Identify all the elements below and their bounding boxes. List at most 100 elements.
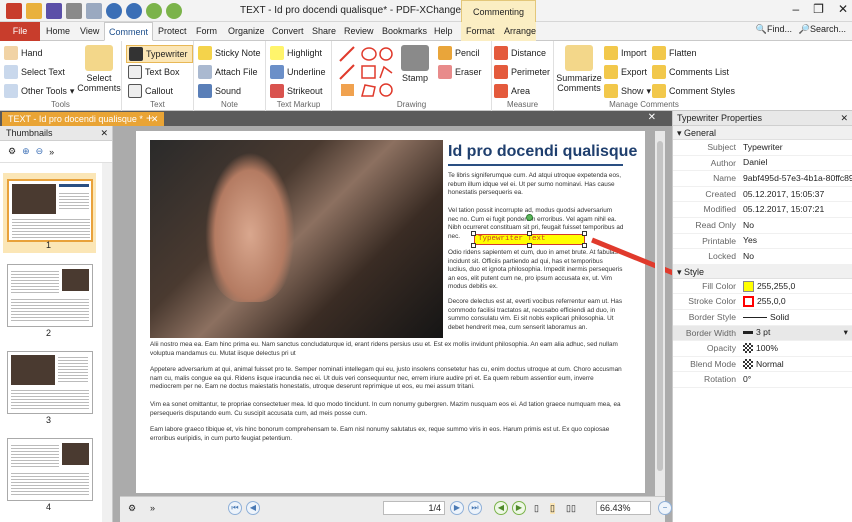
thumbnail-page-4[interactable]	[7, 438, 93, 501]
callout-tool[interactable]: Callout	[128, 84, 173, 98]
import-button[interactable]: Import	[604, 46, 647, 60]
find-button[interactable]: 🔍Find...	[756, 24, 792, 35]
close-document-icon[interactable]: ✕	[648, 112, 656, 123]
attach-file-tool[interactable]: Attach File	[198, 65, 258, 79]
prop-read-only[interactable]: Read Only No	[673, 218, 852, 234]
tab-review[interactable]: Review	[340, 22, 378, 41]
close-panel-icon[interactable]: ✕	[100, 126, 108, 141]
resize-handle[interactable]	[471, 231, 476, 236]
perimeter-tool[interactable]: Perimeter	[494, 65, 550, 79]
resize-handle[interactable]	[527, 231, 532, 236]
export-button[interactable]: Export	[604, 65, 647, 79]
next-page-icon[interactable]: ▶	[450, 501, 464, 515]
tab-form[interactable]: Form	[192, 22, 221, 41]
show-menu[interactable]: Show ▾	[604, 84, 651, 98]
restore-icon[interactable]: ❐	[813, 2, 824, 16]
minimize-icon[interactable]: –	[792, 2, 799, 16]
eraser-tool[interactable]: Eraser	[438, 65, 482, 79]
prop-border-style[interactable]: Border Style Solid	[673, 310, 852, 326]
thumbnail-page-2[interactable]	[7, 264, 93, 327]
back-view-icon[interactable]: ◀	[494, 501, 508, 515]
page-number-field[interactable]: 1/4	[383, 501, 445, 515]
thumbnails-scrollbar[interactable]	[102, 163, 112, 522]
tab-file[interactable]: File	[0, 22, 40, 41]
prop-border-width[interactable]: Border Width 3 pt ▾	[673, 325, 852, 342]
prop-subject[interactable]: Subject Typewriter	[673, 140, 852, 156]
single-page-icon[interactable]: ▯	[534, 503, 539, 514]
shape-tools[interactable]	[338, 45, 394, 99]
print-icon[interactable]	[66, 3, 82, 19]
tab-bookmarks[interactable]: Bookmarks	[378, 22, 431, 41]
stamp-button[interactable]: Stamp	[398, 45, 432, 83]
highlight-tool[interactable]: Highlight	[270, 46, 322, 60]
comment-styles-button[interactable]: Comment Styles	[652, 84, 735, 98]
thumbnail-page-3[interactable]	[7, 351, 93, 414]
tab-comment[interactable]: Comment	[104, 22, 154, 41]
section-style[interactable]: ▾ Style	[673, 264, 852, 279]
two-page-icon[interactable]: ▯▯	[566, 503, 576, 514]
prop-author[interactable]: Author Daniel	[673, 156, 852, 172]
new-tab-icon[interactable]: +	[146, 111, 153, 126]
document-tab[interactable]: TEXT - Id pro docendi qualisque * ✕	[2, 112, 165, 126]
tab-organize[interactable]: Organize	[224, 22, 269, 41]
tab-share[interactable]: Share	[308, 22, 340, 41]
tab-help[interactable]: Help	[430, 22, 457, 41]
prop-blend-mode[interactable]: Blend Mode Normal	[673, 357, 852, 373]
hand-tool[interactable]: Hand	[4, 46, 43, 60]
save-icon[interactable]	[46, 3, 62, 19]
pencil-tool[interactable]: Pencil	[438, 46, 480, 60]
zoom-out-icon[interactable]: ⊖	[36, 146, 44, 157]
prop-stroke-color[interactable]: Stroke Color 255,0,0	[673, 294, 852, 310]
first-page-icon[interactable]: ⏮	[228, 501, 242, 515]
close-icon[interactable]: ✕	[838, 2, 848, 16]
search-button[interactable]: 🔎Search...	[799, 24, 846, 35]
select-comments-button[interactable]: Select Comments	[77, 45, 121, 93]
sticky-note-tool[interactable]: Sticky Note	[198, 46, 261, 60]
fill-color-swatch[interactable]	[743, 280, 754, 292]
resize-handle[interactable]	[582, 243, 587, 248]
tab-view[interactable]: View	[76, 22, 103, 41]
undo-icon[interactable]	[106, 3, 122, 19]
strikeout-tool[interactable]: Strikeout	[270, 84, 323, 98]
chevron-down-icon[interactable]: ▾	[844, 326, 852, 341]
prop-locked[interactable]: Locked No	[673, 249, 852, 265]
zoom-field[interactable]: 66.43%	[596, 501, 651, 515]
sound-tool[interactable]: Sound	[198, 84, 241, 98]
forward-icon[interactable]	[166, 3, 182, 19]
resize-handle[interactable]	[471, 243, 476, 248]
prev-page-icon[interactable]: ◀	[246, 501, 260, 515]
prop-rotation[interactable]: Rotation 0°	[673, 372, 852, 388]
prop-name[interactable]: Name 9abf495d-57e3-4b1a-80ffc89...	[673, 171, 852, 187]
forward-view-icon[interactable]: ▶	[512, 501, 526, 515]
tab-convert[interactable]: Convert	[268, 22, 308, 41]
stroke-color-swatch[interactable]	[743, 296, 754, 308]
prop-fill-color[interactable]: Fill Color 255,255,0	[673, 279, 852, 295]
email-icon[interactable]	[86, 3, 102, 19]
tab-arrange[interactable]: Arrange	[500, 22, 540, 41]
area-tool[interactable]: Area	[494, 84, 530, 98]
redo-icon[interactable]	[126, 3, 142, 19]
prop-printable[interactable]: Printable Yes	[673, 234, 852, 250]
zoom-in-icon[interactable]: ⊕	[22, 146, 30, 157]
tab-home[interactable]: Home	[42, 22, 74, 41]
typewriter-tool[interactable]: Typewriter	[126, 45, 193, 63]
distance-tool[interactable]: Distance	[494, 46, 546, 60]
summarize-comments-button[interactable]: Summarize Comments	[556, 45, 602, 93]
other-tools-menu[interactable]: Other Tools ▾	[4, 84, 74, 98]
resize-handle[interactable]	[527, 243, 532, 248]
prop-opacity[interactable]: Opacity 100%	[673, 341, 852, 357]
select-text-tool[interactable]: Select Text	[4, 65, 65, 79]
last-page-icon[interactable]: ⏭	[468, 501, 482, 515]
continuous-page-icon[interactable]: ▯	[550, 503, 555, 514]
more-icon[interactable]: »	[150, 503, 155, 513]
open-icon[interactable]	[26, 3, 42, 19]
zoom-out-icon[interactable]: −	[658, 501, 672, 515]
gear-icon[interactable]: ⚙	[8, 146, 16, 157]
flatten-button[interactable]: Flatten	[652, 46, 697, 60]
gear-icon[interactable]: ⚙	[128, 503, 136, 514]
text-box-tool[interactable]: Text Box	[128, 65, 180, 79]
thumbnail-page-1[interactable]	[7, 179, 93, 242]
comments-list-button[interactable]: Comments List	[652, 65, 729, 79]
rotate-handle[interactable]	[526, 214, 533, 221]
section-general[interactable]: ▾ General	[673, 126, 852, 140]
